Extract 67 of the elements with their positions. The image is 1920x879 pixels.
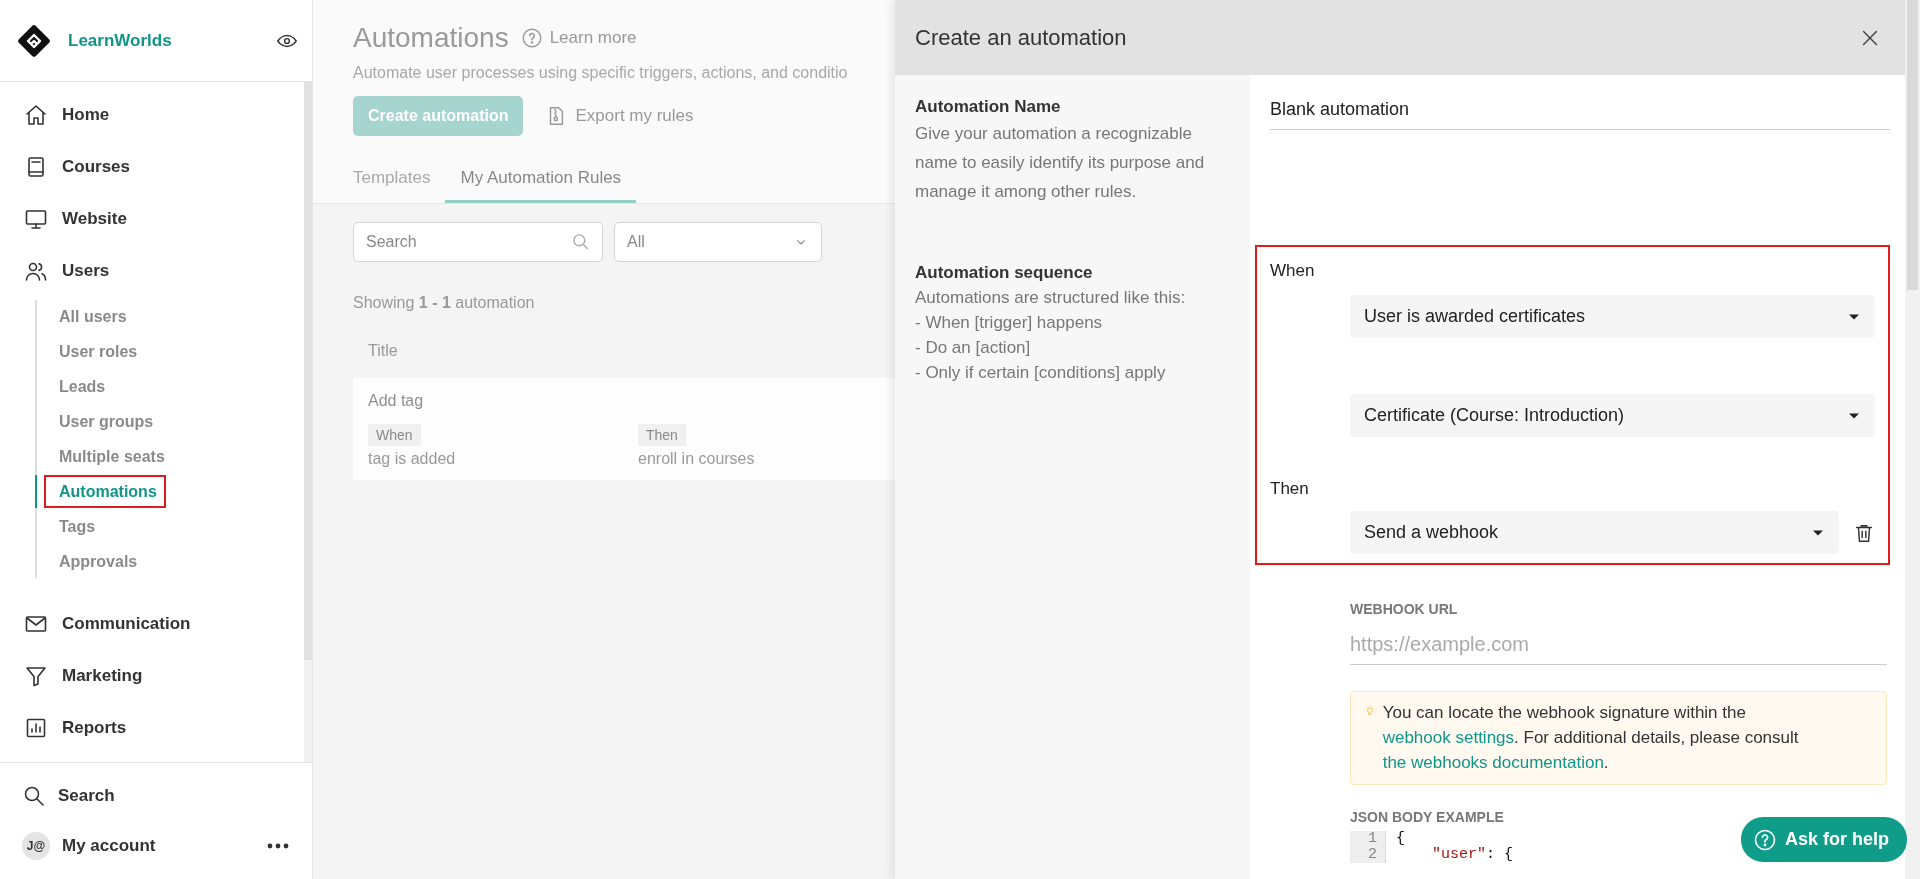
docs-link[interactable]: webhook settings: [1382, 728, 1515, 747]
action-dropdown[interactable]: Send a webhook: [1350, 511, 1839, 554]
nav-item[interactable]: Users: [0, 245, 304, 297]
home-icon: [24, 103, 48, 127]
result-count: Showing 1 - 1 automation: [353, 294, 536, 312]
field-label: WEBHOOK URL: [1350, 601, 1459, 617]
section-description: Give your automation a recognizable name to easily identify its purpose and manage it among other rules.: [915, 123, 1206, 203]
section-heading: Automation Name: [915, 97, 1062, 117]
field-label: JSON BODY EXAMPLE: [1350, 809, 1505, 825]
monitor-icon: [24, 207, 48, 231]
automation-title: Add tag: [368, 392, 425, 410]
nav-subitem[interactable]: Approvals: [37, 545, 145, 578]
column-header: Title: [367, 341, 399, 361]
step-text: tag is added: [368, 450, 457, 468]
name-field[interactable]: Blank automation: [1270, 89, 1890, 130]
section-heading: Automation sequence: [915, 263, 1094, 283]
nav-subitem[interactable]: All users: [37, 300, 134, 333]
section-description: Automations are structured like this: - When [trigger] happens - Do an [action] - Only if certain [conditions] apply: [915, 287, 1187, 384]
step-text: enroll in courses: [638, 450, 756, 468]
avatar: J@: [22, 832, 50, 860]
account-item[interactable]: J@ My account: [0, 821, 312, 871]
nav-item[interactable]: Marketing: [0, 650, 304, 702]
nav-item[interactable]: Home: [0, 89, 304, 141]
search-icon: [571, 232, 591, 252]
trigger-dropdown[interactable]: Certificate (Course: Introduction): [1350, 394, 1875, 437]
nav-subitem[interactable]: Tags: [37, 510, 103, 543]
trigger-dropdown[interactable]: User is awarded certificates: [1350, 295, 1875, 338]
nav-subitem[interactable]: Leads: [37, 370, 113, 403]
nav-subitem[interactable]: Multiple seats: [37, 440, 172, 473]
code-line: {: [1396, 831, 1405, 847]
step-tag: When: [368, 424, 421, 446]
help-icon: [520, 27, 543, 49]
brand-name: LearnWorlds: [68, 30, 173, 51]
nav-subitem[interactable]: Automations: [44, 475, 166, 508]
filter-dropdown[interactable]: All: [614, 222, 822, 262]
page-subtitle: Automate user processes using specific triggers, actions, and conditio: [353, 64, 849, 82]
tip-text: You can locate the webhook signature within the webhook settings. For additional details, please consult the webhooks documentation.: [1382, 702, 1800, 774]
scrollbar-thumb[interactable]: [1907, 0, 1918, 290]
export-rules-button[interactable]: Export my rules: [545, 104, 694, 128]
table-row[interactable]: Add tag When tag is added Then enroll in courses: [353, 378, 895, 480]
help-icon: [1752, 827, 1777, 852]
bar-chart-icon: [24, 716, 48, 740]
funnel-icon: [24, 664, 48, 688]
nav-item[interactable]: Search: [0, 771, 312, 821]
nav-subitem[interactable]: User groups: [37, 405, 161, 438]
nav-subitem[interactable]: User roles: [37, 335, 145, 368]
nav-item[interactable]: Communication: [0, 598, 304, 650]
tab[interactable]: Templates: [353, 158, 446, 203]
learn-more-link[interactable]: Learn more: [520, 27, 637, 49]
then-label: Then: [1270, 479, 1310, 499]
line-number: 2: [1367, 847, 1377, 863]
line-number: 1: [1367, 831, 1377, 847]
help-button[interactable]: Ask for help: [1740, 817, 1907, 862]
tab[interactable]: My Automation Rules: [445, 158, 637, 203]
docs-link[interactable]: the webhooks documentation: [1382, 753, 1604, 772]
nav-item[interactable]: Website: [0, 193, 304, 245]
page-title: Automations: [353, 22, 509, 54]
nav-item[interactable]: Reports: [0, 702, 304, 754]
when-label: When: [1270, 261, 1316, 281]
panel-title: Create an automation: [915, 24, 1127, 51]
search-icon: [22, 784, 46, 808]
scrollbar-thumb[interactable]: [304, 82, 312, 660]
code-line: "user": {: [1431, 847, 1514, 863]
active-indicator: [35, 475, 37, 508]
nav-item[interactable]: Courses: [0, 141, 304, 193]
search-field[interactable]: Search: [353, 222, 603, 262]
step-tag: Then: [638, 424, 686, 446]
